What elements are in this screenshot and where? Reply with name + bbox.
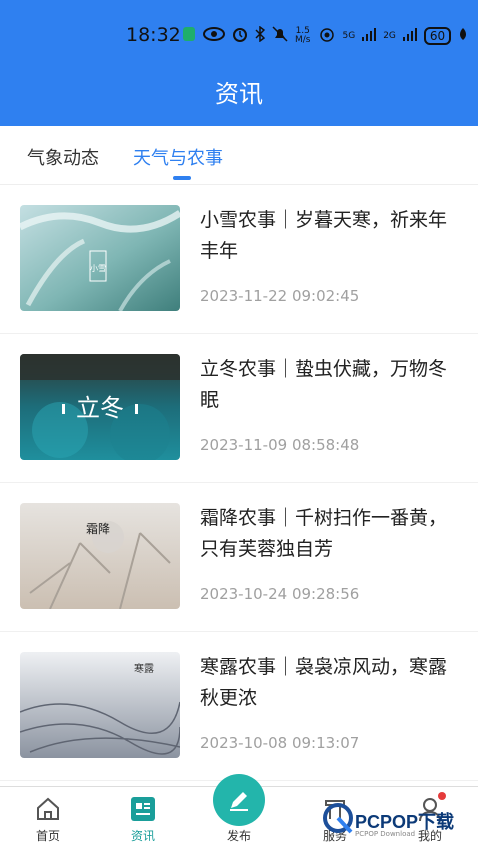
leaf-icon	[458, 27, 468, 45]
news-icon	[131, 797, 155, 821]
article-item[interactable]: 寒露 寒露农事｜袅袅凉风动，寒露秋更浓 2023-10-08 09:13:07	[0, 632, 478, 781]
article-date: 2023-11-09 08:58:48	[200, 436, 360, 454]
nav-home-label: 首页	[35, 829, 60, 843]
nav-news-label: 资讯	[130, 829, 155, 843]
shield-icon	[182, 26, 196, 46]
article-list: 小雪 小雪农事｜岁暮天寒，祈来年丰年 2023-11-22 09:02:45 立…	[0, 185, 478, 781]
signal-icon-2	[402, 27, 417, 45]
category-tabs: 气象动态 天气与农事	[0, 126, 478, 185]
article-item[interactable]: 小雪 小雪农事｜岁暮天寒，祈来年丰年 2023-11-22 09:02:45	[0, 185, 478, 334]
thumb-caption: 寒露	[134, 662, 154, 675]
pencil-icon	[230, 792, 248, 811]
nav-home[interactable]: 首页	[3, 787, 93, 851]
publish-button[interactable]	[213, 774, 265, 826]
article-date: 2023-11-22 09:02:45	[200, 287, 360, 305]
network-2g-label: 2G	[383, 30, 396, 41]
article-thumbnail: 霜降	[20, 503, 180, 609]
bluetooth-icon	[255, 25, 266, 46]
network-5g-label: 5G	[342, 30, 356, 41]
status-time: 18:32	[126, 24, 181, 46]
article-thumbnail: 立冬	[20, 354, 180, 460]
article-date: 2023-10-08 09:13:07	[200, 734, 360, 752]
tab-weather-news[interactable]: 气象动态	[27, 144, 99, 170]
site-watermark: PCPOP下载 PCPOP Download	[323, 796, 475, 846]
hotspot-icon	[318, 26, 336, 46]
watermark-subtext: PCPOP Download	[355, 830, 416, 838]
signal-icon-1	[362, 27, 377, 45]
article-thumbnail: 小雪	[20, 205, 180, 311]
battery-indicator: 60	[423, 27, 452, 45]
home-icon	[37, 797, 59, 820]
thumb-caption: 立冬	[76, 394, 124, 422]
nav-publish-label: 发布	[226, 829, 251, 843]
thumb-caption: 小雪	[90, 264, 106, 273]
article-item[interactable]: 霜降 霜降农事｜千树扫作一番黄，只有芙蓉独自芳 2023-10-24 09:28…	[0, 483, 478, 632]
article-title[interactable]: 寒露农事｜袅袅凉风动，寒露秋更浓	[200, 652, 460, 714]
app-header: 18:32 1.5 M/s 5G 2G 60 资讯	[0, 0, 478, 126]
article-thumbnail: 寒露	[20, 652, 180, 758]
article-item[interactable]: 立冬 立冬农事｜蛰虫伏藏，万物冬眠 2023-11-09 08:58:48	[0, 334, 478, 483]
alarm-icon	[232, 26, 248, 46]
network-speed: 1.5 M/s	[295, 26, 311, 45]
article-title[interactable]: 立冬农事｜蛰虫伏藏，万物冬眠	[200, 354, 460, 416]
status-bar: 18:32 1.5 M/s 5G 2G 60	[0, 18, 478, 52]
article-date: 2023-10-24 09:28:56	[200, 585, 360, 603]
nav-news[interactable]: 资讯	[98, 787, 188, 851]
thumb-caption: 霜降	[86, 522, 110, 536]
article-title[interactable]: 霜降农事｜千树扫作一番黄，只有芙蓉独自芳	[200, 503, 460, 565]
mute-icon	[272, 26, 288, 46]
eye-icon	[203, 27, 225, 45]
article-title[interactable]: 小雪农事｜岁暮天寒，祈来年丰年	[200, 205, 460, 267]
status-icons: 1.5 M/s 5G 2G 60	[182, 25, 468, 46]
page-title: 资讯	[215, 80, 263, 108]
tab-weather-farming[interactable]: 天气与农事	[133, 144, 223, 170]
watermark-logo-icon	[323, 803, 353, 834]
active-tab-indicator	[173, 176, 191, 180]
